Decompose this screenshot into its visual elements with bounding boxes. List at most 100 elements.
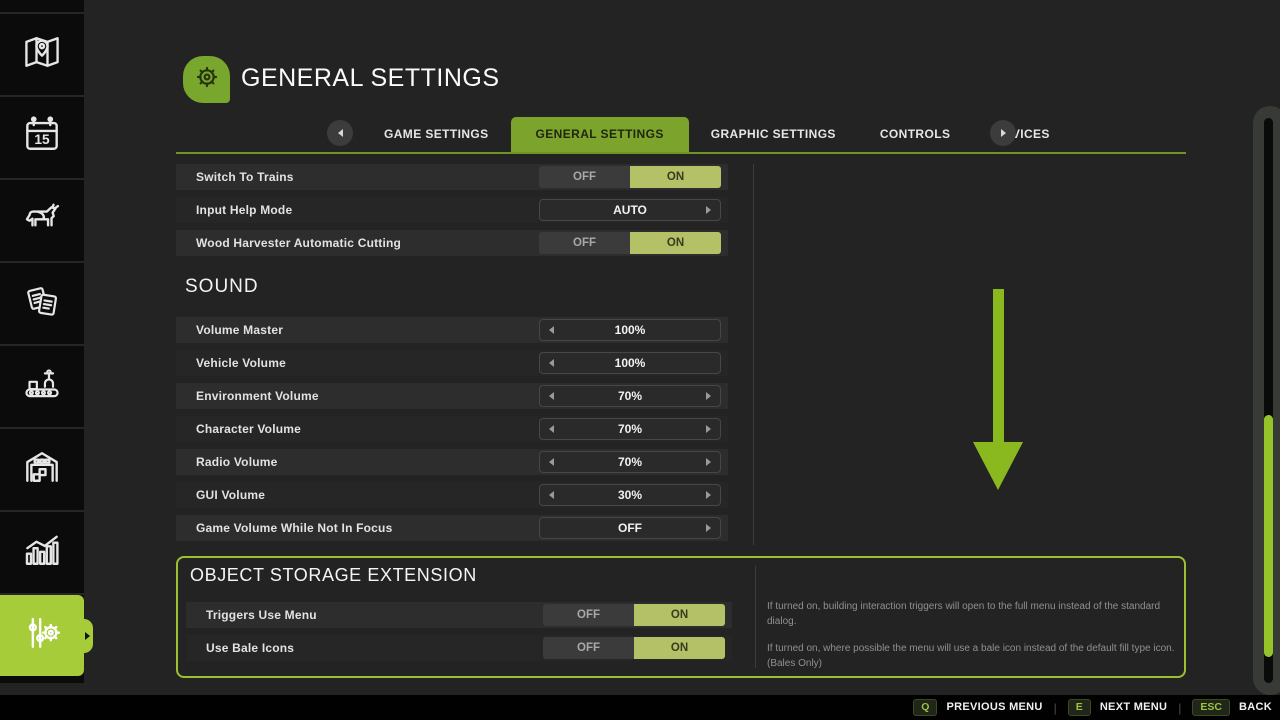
production-icon bbox=[20, 362, 64, 411]
toggle-off[interactable]: OFF bbox=[539, 232, 630, 254]
sidebar-item-animals[interactable] bbox=[0, 180, 84, 263]
ose-section-heading: OBJECT STORAGE EXTENSION bbox=[190, 565, 477, 586]
stepper-right-icon[interactable] bbox=[706, 458, 711, 466]
sidebar-item-production[interactable] bbox=[0, 346, 84, 429]
ose-description-bales: If turned on, where possible the menu wi… bbox=[767, 642, 1175, 671]
toggle-off[interactable]: OFF bbox=[543, 637, 634, 659]
setting-row-input-help-mode: Input Help Mode AUTO bbox=[176, 197, 728, 223]
sidebar-item-map[interactable] bbox=[0, 14, 84, 97]
setting-row-environment-volume: Environment Volume 70% bbox=[176, 383, 728, 409]
sidebar-item-calendar[interactable]: 15 bbox=[0, 97, 84, 180]
stepper-value: OFF bbox=[618, 521, 642, 535]
setting-row-vehicle-volume: Vehicle Volume 100% bbox=[176, 350, 728, 376]
sound-section-heading: SOUND bbox=[185, 276, 259, 298]
sidebar-item-settings[interactable] bbox=[0, 595, 84, 676]
warehouse-icon bbox=[20, 445, 64, 494]
stepper-left-icon[interactable] bbox=[549, 359, 554, 367]
tab-general-settings[interactable]: GENERAL SETTINGS bbox=[511, 117, 689, 152]
sidebar-item-storage[interactable] bbox=[0, 429, 84, 512]
radio-volume-stepper[interactable]: 70% bbox=[539, 451, 721, 473]
tab-game-settings[interactable]: GAME SETTINGS bbox=[362, 117, 511, 152]
toggle-off[interactable]: OFF bbox=[539, 166, 630, 188]
ose-descriptions: If turned on, building interaction trigg… bbox=[767, 600, 1175, 684]
wood-harvester-toggle[interactable]: OFF ON bbox=[539, 232, 721, 254]
switch-to-trains-toggle[interactable]: OFF ON bbox=[539, 166, 721, 188]
hint-back: ESC BACK bbox=[1192, 699, 1272, 717]
setting-row-radio-volume: Radio Volume 70% bbox=[176, 449, 728, 475]
setting-row-wood-harvester: Wood Harvester Automatic Cutting OFF ON bbox=[176, 230, 728, 256]
stepper-left-icon[interactable] bbox=[549, 425, 554, 433]
setting-label: GUI Volume bbox=[176, 488, 539, 502]
setting-label: Volume Master bbox=[176, 323, 539, 337]
setting-label: Triggers Use Menu bbox=[186, 608, 543, 622]
ose-description-triggers: If turned on, building interaction trigg… bbox=[767, 600, 1175, 629]
triggers-use-menu-toggle[interactable]: OFF ON bbox=[543, 604, 725, 626]
hint-label: BACK bbox=[1239, 701, 1272, 713]
setting-row-switch-to-trains: Switch To Trains OFF ON bbox=[176, 164, 728, 190]
toggle-on[interactable]: ON bbox=[630, 232, 721, 254]
stepper-value: 70% bbox=[618, 455, 642, 469]
vehicle-volume-stepper[interactable]: 100% bbox=[539, 352, 721, 374]
tabs-next-button[interactable] bbox=[990, 120, 1016, 146]
hint-previous-menu: Q PREVIOUS MENU bbox=[913, 699, 1042, 717]
chevron-right-icon bbox=[1001, 129, 1006, 137]
tabs-prev-button[interactable] bbox=[327, 120, 353, 146]
setting-label: Wood Harvester Automatic Cutting bbox=[176, 236, 539, 250]
setting-label: Vehicle Volume bbox=[176, 356, 539, 370]
setting-label: Radio Volume bbox=[176, 455, 539, 469]
sidebar-item-statistics[interactable] bbox=[0, 512, 84, 595]
setting-label: Game Volume While Not In Focus bbox=[176, 521, 539, 535]
hint-separator: | bbox=[1178, 701, 1181, 715]
toggle-off[interactable]: OFF bbox=[543, 604, 634, 626]
setting-row-gui-volume: GUI Volume 30% bbox=[176, 482, 728, 508]
stepper-left-icon[interactable] bbox=[549, 491, 554, 499]
setting-label: Environment Volume bbox=[176, 389, 539, 403]
environment-volume-stepper[interactable]: 70% bbox=[539, 385, 721, 407]
calendar-icon: 15 bbox=[20, 113, 64, 162]
key-esc: ESC bbox=[1192, 699, 1230, 717]
stepper-value: AUTO bbox=[613, 203, 647, 217]
stepper-value: 100% bbox=[615, 356, 646, 370]
statistics-icon bbox=[20, 528, 64, 577]
toggle-on[interactable]: ON bbox=[634, 604, 725, 626]
tab-controls[interactable]: CONTROLS bbox=[858, 117, 973, 152]
tab-devices[interactable]: DEVICES bbox=[972, 117, 1071, 152]
stepper-value: 30% bbox=[618, 488, 642, 502]
cow-icon bbox=[20, 196, 64, 245]
stepper-right-icon[interactable] bbox=[706, 425, 711, 433]
use-bale-icons-toggle[interactable]: OFF ON bbox=[543, 637, 725, 659]
stepper-left-icon[interactable] bbox=[549, 392, 554, 400]
stepper-left-icon[interactable] bbox=[549, 458, 554, 466]
stepper-right-icon[interactable] bbox=[706, 491, 711, 499]
stepper-value: 70% bbox=[618, 422, 642, 436]
stepper-left-icon[interactable] bbox=[549, 326, 554, 334]
sidebar-spacer bbox=[0, 0, 84, 14]
volume-master-stepper[interactable]: 100% bbox=[539, 319, 721, 341]
hint-separator: | bbox=[1054, 701, 1057, 715]
active-tab-caret-icon bbox=[85, 632, 90, 640]
gui-volume-stepper[interactable]: 30% bbox=[539, 484, 721, 506]
setting-row-character-volume: Character Volume 70% bbox=[176, 416, 728, 442]
input-help-mode-stepper[interactable]: AUTO bbox=[539, 199, 721, 221]
stepper-value: 70% bbox=[618, 389, 642, 403]
toggle-on[interactable]: ON bbox=[630, 166, 721, 188]
setting-label: Switch To Trains bbox=[176, 170, 539, 184]
tab-graphic-settings[interactable]: GRAPHIC SETTINGS bbox=[689, 117, 858, 152]
toggle-on[interactable]: ON bbox=[634, 637, 725, 659]
setting-label: Use Bale Icons bbox=[186, 641, 543, 655]
gear-icon bbox=[191, 61, 223, 98]
character-volume-stepper[interactable]: 70% bbox=[539, 418, 721, 440]
sidebar-item-contracts[interactable] bbox=[0, 263, 84, 346]
general-settings-list: Switch To Trains OFF ON Input Help Mode … bbox=[176, 164, 728, 263]
setting-row-game-volume-focus: Game Volume While Not In Focus OFF bbox=[176, 515, 728, 541]
stepper-right-icon[interactable] bbox=[706, 524, 711, 532]
content-divider bbox=[753, 164, 754, 545]
scrollbar-thumb[interactable] bbox=[1264, 415, 1273, 657]
setting-row-volume-master: Volume Master 100% bbox=[176, 317, 728, 343]
hint-next-menu: E NEXT MENU bbox=[1068, 699, 1168, 717]
tab-bar: GAME SETTINGS GENERAL SETTINGS GRAPHIC S… bbox=[362, 117, 1072, 152]
stepper-right-icon[interactable] bbox=[706, 392, 711, 400]
game-volume-focus-stepper[interactable]: OFF bbox=[539, 517, 721, 539]
stepper-right-icon[interactable] bbox=[706, 206, 711, 214]
stepper-value: 100% bbox=[615, 323, 646, 337]
